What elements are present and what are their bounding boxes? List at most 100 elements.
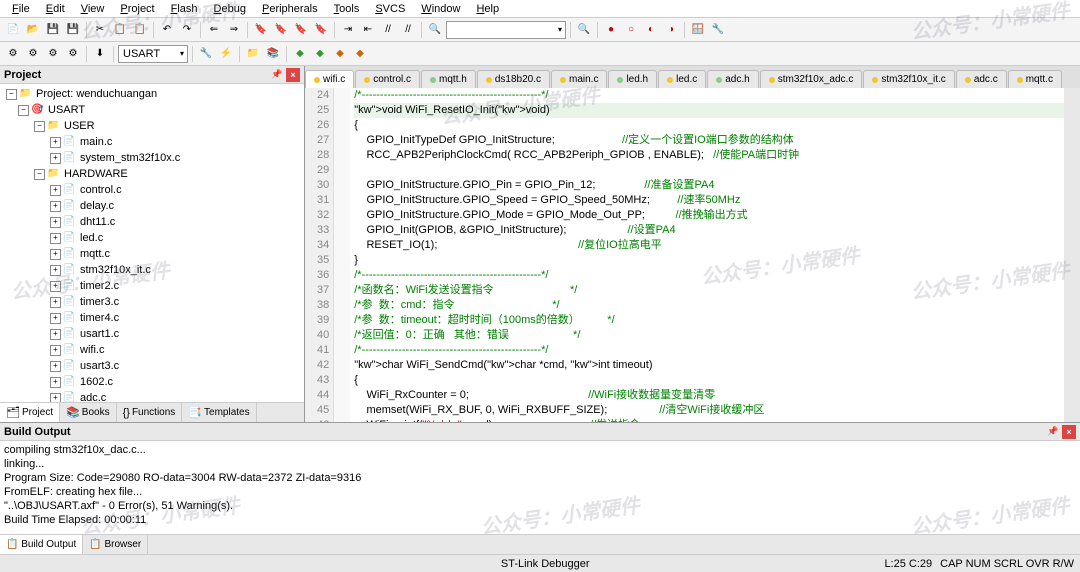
batch-build-icon[interactable]: ⚙: [64, 45, 82, 63]
close-icon[interactable]: ×: [1062, 425, 1076, 439]
target-combo[interactable]: USART: [118, 45, 188, 63]
manage-icon[interactable]: 📁: [244, 45, 262, 63]
menu-peripherals[interactable]: Peripherals: [254, 1, 326, 17]
menu-svcs[interactable]: SVCS: [367, 1, 413, 17]
file-tab-mqtt-h[interactable]: mqtt.h: [421, 70, 476, 88]
project-root[interactable]: −📁Project: wenduchuangan: [2, 86, 302, 102]
file-timer2-c[interactable]: +📄timer2.c: [2, 278, 302, 294]
menu-edit[interactable]: Edit: [38, 1, 73, 17]
file-stm32f10x_it-c[interactable]: +📄stm32f10x_it.c: [2, 262, 302, 278]
pin-icon[interactable]: 📌: [1046, 425, 1060, 439]
build-output-text[interactable]: compiling stm32f10x_dac.c...linking...Pr…: [0, 441, 1080, 534]
file-timer4-c[interactable]: +📄timer4.c: [2, 310, 302, 326]
nav-fwd-icon[interactable]: ⇒: [225, 21, 243, 39]
save-icon[interactable]: 💾: [44, 21, 62, 39]
file-tab-adc-h[interactable]: adc.h: [707, 70, 758, 88]
pack2-icon[interactable]: ◆: [311, 45, 329, 63]
find-icon[interactable]: 🔍: [426, 21, 444, 39]
code-editor[interactable]: 2425262728293031323334353637383940414243…: [305, 88, 1080, 422]
folder-hardware[interactable]: −📁HARDWARE: [2, 166, 302, 182]
options-icon[interactable]: 🔧: [197, 45, 215, 63]
outdent-icon[interactable]: ⇤: [359, 21, 377, 39]
file-tab-adc-c[interactable]: adc.c: [956, 70, 1007, 88]
window-icon[interactable]: 🪟: [689, 21, 707, 39]
file-tab-led-h[interactable]: led.h: [608, 70, 657, 88]
new-icon[interactable]: 📄: [4, 21, 22, 39]
menu-flash[interactable]: Flash: [163, 1, 206, 17]
open-icon[interactable]: 📂: [24, 21, 42, 39]
breakpoint2-icon[interactable]: ○: [622, 21, 640, 39]
file-1602-c[interactable]: +📄1602.c: [2, 374, 302, 390]
copy-icon[interactable]: 📋: [111, 21, 129, 39]
project-tree[interactable]: −📁Project: wenduchuangan−🎯USART−📁USER+📄m…: [0, 84, 304, 402]
code-content[interactable]: /*--------------------------------------…: [350, 88, 1064, 422]
breakpoint3-icon[interactable]: ◐: [642, 21, 660, 39]
file-tab-stm32f10x_adc-c[interactable]: stm32f10x_adc.c: [760, 70, 863, 88]
bottom-tab-build-output[interactable]: 📋 Build Output: [0, 535, 83, 554]
file-timer3-c[interactable]: +📄timer3.c: [2, 294, 302, 310]
save-all-icon[interactable]: 💾: [64, 21, 82, 39]
cut-icon[interactable]: ✂: [91, 21, 109, 39]
uncomment-icon[interactable]: //: [399, 21, 417, 39]
menu-project[interactable]: Project: [112, 1, 162, 17]
build-icon[interactable]: ⚙: [4, 45, 22, 63]
build-all-icon[interactable]: ⚙: [24, 45, 42, 63]
file-tab-led-c[interactable]: led.c: [658, 70, 706, 88]
download-icon[interactable]: ⬇: [91, 45, 109, 63]
folder-user[interactable]: −📁USER: [2, 118, 302, 134]
target-node[interactable]: −🎯USART: [2, 102, 302, 118]
close-icon[interactable]: ×: [286, 68, 300, 82]
comment-icon[interactable]: //: [379, 21, 397, 39]
pack-icon[interactable]: ◆: [291, 45, 309, 63]
pack3-icon[interactable]: ◆: [331, 45, 349, 63]
pin-icon[interactable]: 📌: [270, 68, 284, 82]
file-dht11-c[interactable]: +📄dht11.c: [2, 214, 302, 230]
file-delay-c[interactable]: +📄delay.c: [2, 198, 302, 214]
file-tab-mqtt-c[interactable]: mqtt.c: [1008, 70, 1062, 88]
bookmark-clear-icon[interactable]: 🔖: [312, 21, 330, 39]
books-icon[interactable]: 📚: [264, 45, 282, 63]
file-tab-control-c[interactable]: control.c: [355, 70, 420, 88]
config-icon[interactable]: 🔧: [709, 21, 727, 39]
panel-tab-templates[interactable]: 📑 Templates: [182, 403, 256, 422]
menu-file[interactable]: File: [4, 1, 38, 17]
bookmark-next-icon[interactable]: 🔖: [292, 21, 310, 39]
file-tab-ds18b20-c[interactable]: ds18b20.c: [477, 70, 550, 88]
breakpoint4-icon[interactable]: ◑: [662, 21, 680, 39]
panel-tab-books[interactable]: 📚 Books: [60, 403, 117, 422]
menu-help[interactable]: Help: [468, 1, 507, 17]
redo-icon[interactable]: ↷: [178, 21, 196, 39]
rebuild-icon[interactable]: ⚙: [44, 45, 62, 63]
file-tab-stm32f10x_it-c[interactable]: stm32f10x_it.c: [863, 70, 954, 88]
target-options-icon[interactable]: ⚡: [217, 45, 235, 63]
nav-back-icon[interactable]: ⇐: [205, 21, 223, 39]
paste-icon[interactable]: 📋: [131, 21, 149, 39]
indent-icon[interactable]: ⇥: [339, 21, 357, 39]
breakpoint-icon[interactable]: ●: [602, 21, 620, 39]
file-led-c[interactable]: +📄led.c: [2, 230, 302, 246]
bottom-tab-browser[interactable]: 📋 Browser: [83, 535, 148, 554]
file-mqtt-c[interactable]: +📄mqtt.c: [2, 246, 302, 262]
pack4-icon[interactable]: ◆: [351, 45, 369, 63]
file-usart3-c[interactable]: +📄usart3.c: [2, 358, 302, 374]
menu-view[interactable]: View: [73, 1, 113, 17]
undo-icon[interactable]: ↶: [158, 21, 176, 39]
file-adc-c[interactable]: +📄adc.c: [2, 390, 302, 402]
find-combo[interactable]: [446, 21, 566, 39]
panel-tab-project[interactable]: 🗂 Project: [0, 403, 60, 422]
file-main-c[interactable]: +📄main.c: [2, 134, 302, 150]
bookmark-icon[interactable]: 🔖: [252, 21, 270, 39]
file-system_stm32f10x-c[interactable]: +📄system_stm32f10x.c: [2, 150, 302, 166]
menu-window[interactable]: Window: [413, 1, 468, 17]
menu-debug[interactable]: Debug: [206, 1, 254, 17]
file-tab-main-c[interactable]: main.c: [551, 70, 607, 88]
debug-icon[interactable]: 🔍: [575, 21, 593, 39]
panel-tab-functions[interactable]: {} Functions: [117, 403, 183, 422]
bookmark-prev-icon[interactable]: 🔖: [272, 21, 290, 39]
file-control-c[interactable]: +📄control.c: [2, 182, 302, 198]
file-wifi-c[interactable]: +📄wifi.c: [2, 342, 302, 358]
menu-tools[interactable]: Tools: [326, 1, 368, 17]
file-tab-wifi-c[interactable]: wifi.c: [305, 70, 354, 88]
vertical-scrollbar[interactable]: [1064, 88, 1080, 422]
file-usart1-c[interactable]: +📄usart1.c: [2, 326, 302, 342]
